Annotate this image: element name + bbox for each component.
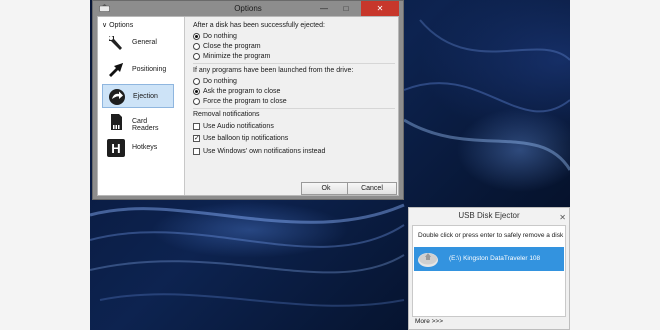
- radio-button[interactable]: [193, 77, 200, 85]
- options-window: Options — □ ✕ ∨ Options General Position…: [92, 0, 404, 200]
- usb-disk-icon: [418, 253, 438, 267]
- audio-notifications-checkbox-row[interactable]: Use Audio notifications: [193, 121, 274, 131]
- radio-label: Force the program to close: [203, 97, 287, 105]
- programs-option-ask-close[interactable]: Ask the program to close: [193, 86, 280, 96]
- removal-notifications-group-title: Removal notifications: [193, 111, 260, 118]
- more-link[interactable]: More >>>: [415, 318, 443, 325]
- usb-window-title: USB Disk Ejector: [458, 211, 520, 220]
- nav-item-hotkeys[interactable]: H Hotkeys: [102, 136, 174, 160]
- radio-button[interactable]: [193, 87, 200, 95]
- checkbox-label: Use Audio notifications: [203, 122, 274, 130]
- nav-item-general[interactable]: General: [102, 31, 174, 55]
- eject-arrow-icon: [109, 89, 125, 105]
- divider: [193, 108, 395, 109]
- page-margin-left: [0, 0, 90, 330]
- radio-label: Do nothing: [203, 32, 237, 40]
- checkbox-checked[interactable]: ✓: [193, 134, 200, 142]
- nav-item-positioning[interactable]: Positioning: [102, 58, 174, 82]
- close-button[interactable]: ✕: [361, 1, 399, 16]
- radio-label: Close the program: [203, 42, 261, 50]
- disk-list-item[interactable]: (E:\) Kingston DataTraveler 108: [414, 247, 564, 271]
- programs-launched-group-title: If any programs have been launched from …: [193, 67, 354, 74]
- ejection-settings-panel: After a disk has been successfully eject…: [191, 17, 397, 195]
- options-client-area: ∨ Options General Positioning Ejection C…: [97, 16, 399, 196]
- options-titlebar[interactable]: Options — □ ✕: [93, 1, 403, 16]
- programs-option-do-nothing[interactable]: Do nothing: [193, 76, 237, 86]
- programs-option-force-close[interactable]: Force the program to close: [193, 96, 287, 106]
- nav-tree-root-label: Options: [109, 22, 134, 29]
- nav-item-card-readers[interactable]: Card Readers: [102, 110, 174, 134]
- minimize-button[interactable]: —: [313, 1, 335, 16]
- radio-button[interactable]: [193, 32, 200, 40]
- checkbox-label: Use Windows' own notifications instead: [203, 147, 326, 155]
- nav-item-label: Ejection: [133, 93, 158, 100]
- radio-label: Minimize the program: [203, 52, 271, 60]
- nav-tree-root[interactable]: ∨ Options: [102, 21, 133, 29]
- radio-button[interactable]: [193, 52, 200, 60]
- divider: [193, 63, 395, 64]
- after-eject-option-minimize[interactable]: Minimize the program: [193, 51, 270, 61]
- nav-item-label: Hotkeys: [132, 144, 158, 151]
- options-nav-tree: ∨ Options General Positioning Ejection C…: [98, 17, 185, 195]
- nav-item-label: General: [132, 39, 157, 46]
- usb-disk-ejector-window: USB Disk Ejector ✕ Double click or press…: [408, 207, 570, 330]
- usb-close-button[interactable]: ✕: [559, 210, 566, 226]
- usb-hint-text: Double click or press enter to safely re…: [418, 232, 564, 239]
- checkbox[interactable]: [193, 122, 200, 130]
- after-eject-option-close[interactable]: Close the program: [193, 41, 261, 51]
- page-margin-right: [570, 0, 660, 330]
- svg-text:H: H: [111, 141, 120, 156]
- radio-label: Do nothing: [203, 77, 237, 85]
- disk-list: Double click or press enter to safely re…: [412, 225, 566, 317]
- nav-item-label: Positioning: [132, 66, 167, 73]
- ok-button[interactable]: Ok: [301, 182, 351, 195]
- wrench-icon: [109, 36, 122, 50]
- hotkey-h-icon: H: [107, 139, 125, 157]
- radio-button[interactable]: [193, 97, 200, 105]
- after-eject-group-title: After a disk has been successfully eject…: [193, 22, 325, 29]
- maximize-button[interactable]: □: [335, 1, 357, 16]
- balloon-tip-checkbox-row[interactable]: ✓ Use balloon tip notifications: [193, 133, 288, 143]
- windows-notifications-checkbox-row[interactable]: Use Windows' own notifications instead: [193, 146, 325, 156]
- cursor-arrow-icon: [109, 63, 123, 77]
- radio-button[interactable]: [193, 42, 200, 50]
- checkbox[interactable]: [193, 147, 200, 155]
- after-eject-option-do-nothing[interactable]: Do nothing: [193, 31, 237, 41]
- nav-item-ejection[interactable]: Ejection: [102, 84, 174, 108]
- nav-item-label: Card Readers: [132, 118, 159, 132]
- disk-label: (E:\) Kingston DataTraveler 108: [449, 255, 541, 262]
- usb-titlebar[interactable]: USB Disk Ejector ✕: [409, 208, 569, 225]
- radio-label: Ask the program to close: [203, 87, 281, 95]
- cancel-button[interactable]: Cancel: [347, 182, 397, 195]
- checkbox-label: Use balloon tip notifications: [203, 134, 289, 142]
- memory-card-icon: [111, 114, 122, 130]
